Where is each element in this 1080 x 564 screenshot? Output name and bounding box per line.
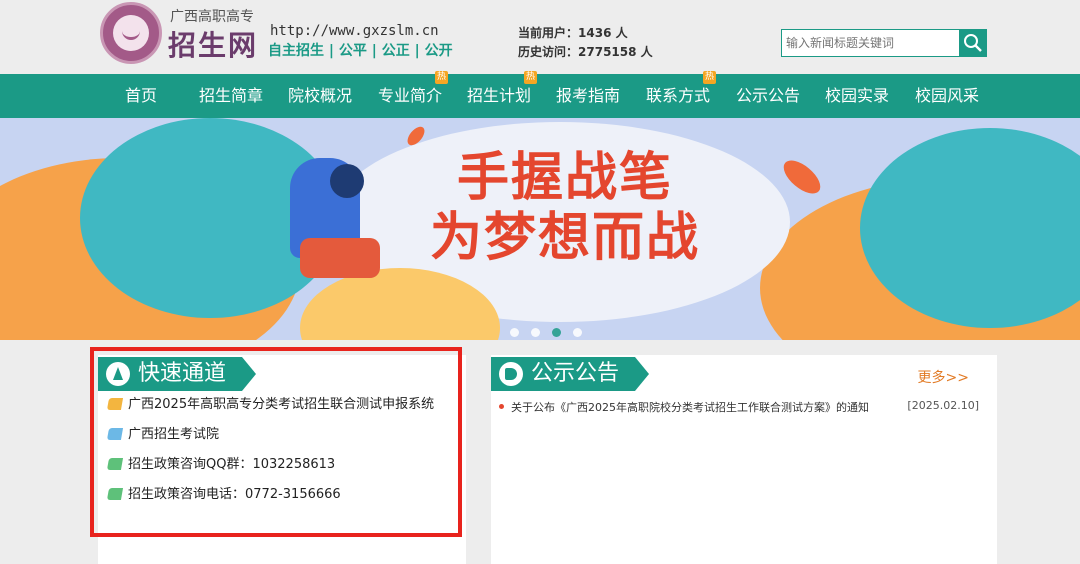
nav-label: 校园风采 [915,86,980,105]
site-header: 广西高职高专 招生网 http://www.gxzslm.cn 自主招生 | 公… [0,0,1080,74]
more-link[interactable]: 更多>> [918,367,969,387]
banner-dot[interactable] [510,328,519,337]
logo-title[interactable]: 招生网 [168,24,258,64]
site-url: http://www.gxzslm.cn [270,23,439,39]
highlight-frame [90,347,462,537]
search-input[interactable] [782,30,960,56]
nav-campus-style[interactable]: 校园风采 [915,74,979,118]
site-slogan: 自主招生 | 公平 | 公正 | 公开 [268,43,453,59]
nav-label: 校园实录 [825,86,890,105]
nav-major-intro[interactable]: 专业简介 热 [378,71,448,118]
main-nav: 首页 招生简章 院校概况 专业简介 热 招生计划 热 报考指南 联系方式 热 公示公告… [0,71,1080,118]
hot-badge: 热 [703,71,716,84]
nav-label: 招生计划 [467,86,532,105]
announcement-title: 公示公告 [531,361,620,386]
nav-campus-record[interactable]: 校园实录 [825,74,889,118]
hero-banner[interactable]: 手握战笔 为梦想而战 [0,118,1080,340]
search-button[interactable] [959,30,986,56]
nav-announcements[interactable]: 公示公告 [736,74,800,118]
banner-dot[interactable] [573,328,582,337]
search-icon [964,34,982,52]
nav-label: 公示公告 [736,86,801,105]
nav-home[interactable]: 首页 [121,74,161,118]
logo-subtitle: 广西高职高专 [170,9,254,25]
school-emblem-logo[interactable] [100,2,162,64]
banner-pagination [510,322,594,340]
student-shorts-illustration [300,238,380,278]
student-head-illustration [330,164,364,198]
megaphone-icon [499,362,523,386]
current-users-label: 当前用户： [518,26,579,40]
nav-label: 联系方式 [646,86,711,105]
koi-fish-illustration [778,154,826,200]
announcement-title-tag: 公示公告 [491,357,650,391]
banner-dot[interactable] [531,328,540,337]
history-visits-label: 历史访问： [518,45,579,59]
hot-badge: 热 [524,71,537,84]
bullet-dot [499,404,504,409]
nav-label: 招生简章 [199,86,264,105]
banner-headline-line-2: 为梦想而战 [429,207,700,268]
nav-college-overview[interactable]: 院校概况 [288,74,352,118]
search-box [781,29,987,57]
hot-badge: 热 [435,71,448,84]
nav-contact[interactable]: 联系方式 热 [646,71,716,118]
announcement-item-text[interactable]: 关于公布《广西2025年高职院校分类考试招生工作联合测试方案》的通知 [511,399,869,415]
announcement-panel: 公示公告 更多>> 关于公布《广西2025年高职院校分类考试招生工作联合测试方案… [491,355,997,564]
announcement-item-date: [2025.02.10] [907,399,979,412]
panel-header: 公示公告 更多>> [491,355,997,395]
nav-label: 专业简介 [378,86,443,105]
visit-stats: 当前用户：1436 人 历史访问：2775158 人 [518,24,653,62]
nav-application-guide[interactable]: 报考指南 [556,74,620,118]
nav-label: 首页 [124,86,157,105]
banner-headline: 手握战笔 为梦想而战 [420,148,710,268]
current-users-value: 1436 人 [578,26,628,40]
nav-enrollment-plan[interactable]: 招生计划 热 [467,71,537,118]
nav-admission-brochure[interactable]: 招生简章 [199,74,263,118]
nav-label: 报考指南 [556,86,621,105]
history-visits-value: 2775158 人 [578,45,653,59]
nav-label: 院校概况 [288,86,353,105]
banner-dot-active[interactable] [552,328,561,337]
banner-headline-line-1: 手握战笔 [456,147,673,208]
